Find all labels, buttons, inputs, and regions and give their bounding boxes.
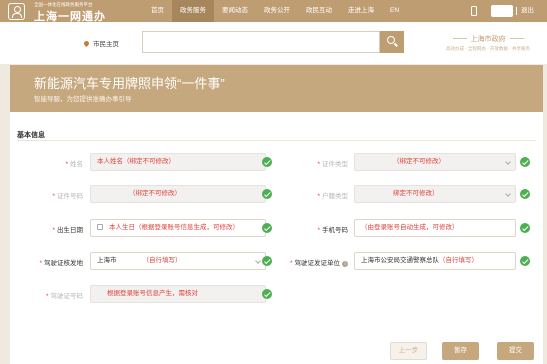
basic-info-form: 基本信息 * 姓名 本人姓名（绑定不可修改） * 证件类型 （绑定不可修改） * 证件… bbox=[10, 112, 543, 364]
license-number-label: * 驾驶证号码 bbox=[45, 293, 83, 300]
check-circle-icon bbox=[262, 289, 272, 299]
check-circle-icon bbox=[262, 256, 272, 266]
license-place-label: * 驾驶证核发地 bbox=[39, 260, 83, 267]
page-subtitle: 智能导服，为您提供准确办事引导 bbox=[34, 96, 132, 103]
id-number-field[interactable]: （绑定不可修改） bbox=[90, 185, 266, 203]
search-button[interactable] bbox=[380, 31, 404, 53]
search-input[interactable] bbox=[142, 31, 380, 53]
check-circle-icon bbox=[520, 223, 530, 233]
birth-date-picker[interactable]: 本人生日（根据登录账号信息生成，可修改） bbox=[90, 219, 266, 237]
nav-item-disclosure[interactable]: 政务公开 bbox=[256, 0, 298, 22]
logout-link[interactable]: 退出 bbox=[521, 0, 534, 22]
chevron-down-icon bbox=[505, 159, 511, 165]
slogan-title: 上海市政府 bbox=[433, 34, 543, 44]
nav-item-services[interactable]: 政务服务 bbox=[172, 0, 214, 22]
license-number-field[interactable]: 根据登录账号信息产生，需核对 bbox=[90, 285, 266, 303]
section-divider bbox=[17, 140, 536, 141]
chevron-down-icon bbox=[505, 191, 511, 197]
location-link[interactable]: 市民主页 bbox=[82, 38, 119, 48]
nav-item-news[interactable]: 要闻动态 bbox=[214, 0, 256, 22]
birth-date-label: * 出生日期 bbox=[52, 227, 83, 234]
nav-item-interaction[interactable]: 政民互动 bbox=[298, 0, 340, 22]
name-field[interactable]: 本人姓名（绑定不可修改） bbox=[90, 153, 266, 171]
submit-button[interactable]: 提交 bbox=[497, 342, 534, 360]
mobile-phone-icon[interactable] bbox=[471, 6, 477, 16]
top-navbar: 全国一体化在线政务服务平台 上海一网通办 首页 政务服务 要闻动态 政务公开 政… bbox=[0, 0, 547, 23]
chevron-down-icon bbox=[255, 258, 261, 264]
service-banner: 新能源汽车专用牌照申领“一件事” 智能导服，为您提供准确办事引导 bbox=[10, 65, 543, 112]
location-label: 市民主页 bbox=[93, 41, 119, 48]
id-number-label: * 证件号码 bbox=[52, 193, 83, 200]
info-icon[interactable]: i bbox=[342, 261, 348, 267]
page-title: 新能源汽车专用牌照申领“一件事” bbox=[34, 76, 225, 91]
phone-field[interactable]: （由登录账号自动生成，可修改） bbox=[354, 219, 516, 237]
main-nav: 首页 政务服务 要闻动态 政务公开 政民互动 走进上海 EN bbox=[143, 0, 407, 22]
id-type-label: * 证件类型 bbox=[317, 161, 348, 168]
user-name-badge[interactable] bbox=[491, 5, 513, 17]
license-unit-label: * 驾驶证发证单位 i bbox=[272, 257, 348, 267]
hukou-label: * 户籍类型 bbox=[317, 193, 348, 200]
id-type-select[interactable]: （绑定不可修改） bbox=[354, 153, 516, 171]
check-circle-icon bbox=[262, 189, 272, 199]
license-unit-field[interactable]: 上海市公安局交通警察总队（自行填写） bbox=[354, 252, 516, 270]
nav-item-about-shanghai[interactable]: 走进上海 bbox=[340, 0, 382, 22]
phone-label: * 手机号码 bbox=[317, 227, 348, 234]
nav-item-home[interactable]: 首页 bbox=[143, 0, 172, 22]
calendar-icon bbox=[97, 224, 103, 230]
nav-item-english[interactable]: EN bbox=[382, 0, 407, 22]
section-title: 基本信息 bbox=[17, 132, 45, 139]
check-circle-icon bbox=[520, 157, 530, 167]
shanghai-logo-icon[interactable] bbox=[8, 3, 25, 20]
save-draft-button[interactable]: 暂存 bbox=[442, 342, 479, 360]
search-icon bbox=[387, 36, 395, 44]
license-place-select[interactable]: 上海市 （自行填写） bbox=[90, 252, 266, 270]
name-label: * 姓名 bbox=[65, 161, 83, 168]
location-pin-icon bbox=[82, 39, 91, 48]
previous-step-button[interactable]: 上一步 bbox=[390, 342, 427, 360]
check-circle-icon bbox=[520, 256, 530, 266]
divider bbox=[516, 7, 517, 15]
check-circle-icon bbox=[262, 223, 272, 233]
check-circle-icon bbox=[520, 189, 530, 199]
hukou-select[interactable]: 绑定不可修改） bbox=[354, 185, 516, 203]
slogan-subtitle: 高效办成 · 全程网办 · 开放数据 · 共享服务 bbox=[446, 46, 530, 51]
check-circle-icon bbox=[262, 157, 272, 167]
